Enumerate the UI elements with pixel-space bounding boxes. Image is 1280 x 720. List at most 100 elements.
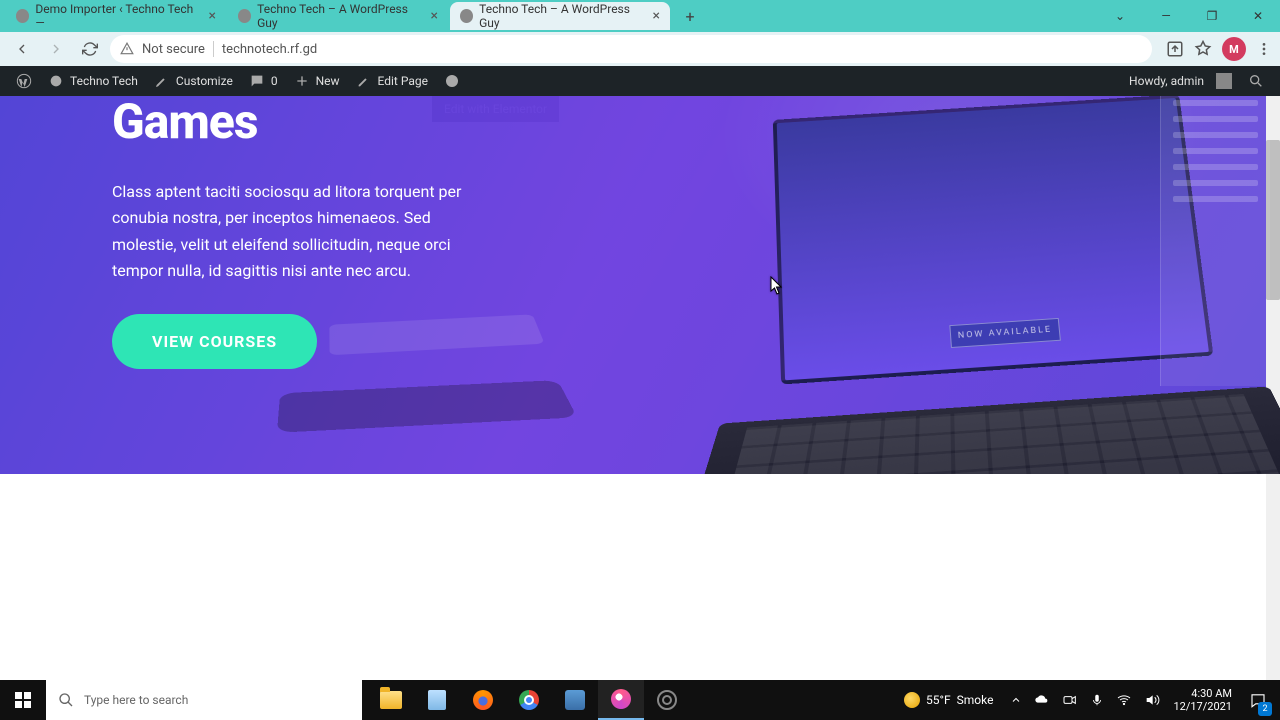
wp-favicon bbox=[16, 9, 29, 23]
maximize-button[interactable]: ❐ bbox=[1190, 0, 1234, 32]
edit-page-menu[interactable]: Edit Page bbox=[348, 66, 436, 96]
comments-count: 0 bbox=[271, 74, 278, 88]
weather-temp: 55°F bbox=[926, 693, 951, 707]
new-menu[interactable]: New bbox=[286, 66, 348, 96]
tabs-dropdown-icon[interactable]: ⌄ bbox=[1098, 0, 1142, 32]
url-text: technotech.rf.gd bbox=[222, 42, 317, 57]
tab-title: Techno Tech – A WordPress Guy bbox=[479, 2, 642, 30]
minimize-button[interactable]: — bbox=[1144, 0, 1188, 32]
customize-menu[interactable]: Customize bbox=[146, 66, 241, 96]
weather-widget[interactable]: 55°F Smoke bbox=[894, 692, 1003, 708]
comment-icon bbox=[249, 73, 265, 89]
brush-icon bbox=[154, 73, 170, 89]
search-icon bbox=[58, 692, 74, 708]
folder-icon bbox=[380, 691, 402, 709]
window-controls: ⌄ — ❐ ✕ bbox=[1098, 0, 1280, 32]
notifications-button[interactable]: 2 bbox=[1240, 680, 1276, 720]
taskbar-search[interactable]: Type here to search bbox=[46, 680, 362, 720]
close-icon[interactable]: × bbox=[653, 8, 660, 24]
clock[interactable]: 4:30 AM 12/17/2021 bbox=[1167, 687, 1238, 713]
site-name-menu[interactable]: Techno Tech bbox=[40, 66, 146, 96]
kebab-menu-icon[interactable] bbox=[1256, 41, 1272, 57]
windows-taskbar: Type here to search 55°F Smoke 4:30 AM 1… bbox=[0, 680, 1280, 720]
obs-icon bbox=[657, 690, 677, 710]
wp-admin-bar: Techno Tech Customize 0 New Edit Page Ho… bbox=[0, 66, 1280, 96]
howdy-label: Howdy, admin bbox=[1129, 74, 1204, 88]
howdy-menu[interactable]: Howdy, admin bbox=[1121, 66, 1240, 96]
windows-icon bbox=[15, 692, 31, 708]
close-window-button[interactable]: ✕ bbox=[1236, 0, 1280, 32]
firefox-icon bbox=[473, 690, 493, 710]
back-button[interactable] bbox=[8, 35, 36, 63]
profile-letter: M bbox=[1229, 43, 1239, 56]
notepad-button[interactable] bbox=[414, 680, 460, 720]
onedrive-icon[interactable] bbox=[1029, 680, 1055, 720]
site-name-label: Techno Tech bbox=[70, 74, 138, 88]
wp-favicon bbox=[238, 9, 251, 23]
laptop-keyboard bbox=[679, 386, 1280, 474]
meet-now-icon[interactable] bbox=[1057, 680, 1083, 720]
elementor-menu[interactable] bbox=[436, 66, 468, 96]
elementor-icon bbox=[444, 73, 460, 89]
chrome-icon bbox=[519, 690, 539, 710]
chrome-active-button[interactable] bbox=[598, 680, 644, 720]
hero-section: NOW AVAILABLE Games Class aptent taciti … bbox=[0, 96, 1280, 474]
warning-icon bbox=[120, 42, 134, 56]
app-button[interactable] bbox=[552, 680, 598, 720]
browser-tab-active[interactable]: Techno Tech – A WordPress Guy × bbox=[450, 2, 670, 30]
hero-title: Games bbox=[112, 96, 1280, 149]
wp-logo-menu[interactable] bbox=[8, 66, 40, 96]
share-icon[interactable] bbox=[1166, 40, 1184, 58]
plus-icon bbox=[294, 73, 310, 89]
new-label: New bbox=[316, 74, 340, 88]
tab-title: Demo Importer ‹ Techno Tech — bbox=[35, 2, 198, 30]
notepad-icon bbox=[428, 690, 446, 710]
home-icon bbox=[48, 73, 64, 89]
reload-button[interactable] bbox=[76, 35, 104, 63]
chrome-active-icon bbox=[611, 689, 631, 709]
browser-tab[interactable]: Demo Importer ‹ Techno Tech — × bbox=[6, 2, 226, 30]
pencil-icon bbox=[356, 73, 372, 89]
system-tray: 55°F Smoke 4:30 AM 12/17/2021 2 bbox=[894, 680, 1280, 720]
mic-icon[interactable] bbox=[1085, 680, 1109, 720]
tab-title: Techno Tech – A WordPress Guy bbox=[257, 2, 420, 30]
search-placeholder: Type here to search bbox=[84, 693, 188, 707]
wp-favicon bbox=[460, 9, 473, 23]
app-icon bbox=[565, 690, 585, 710]
search-toggle[interactable] bbox=[1240, 66, 1272, 96]
tray-expand-button[interactable] bbox=[1005, 680, 1027, 720]
sun-icon bbox=[904, 692, 920, 708]
address-field[interactable]: Not secure technotech.rf.gd bbox=[110, 35, 1152, 63]
start-button[interactable] bbox=[0, 680, 46, 720]
date-label: 12/17/2021 bbox=[1173, 700, 1232, 713]
browser-tab-strip: Demo Importer ‹ Techno Tech — × Techno T… bbox=[0, 0, 1280, 32]
forward-button[interactable] bbox=[42, 35, 70, 63]
browser-tab[interactable]: Techno Tech – A WordPress Guy × bbox=[228, 2, 448, 30]
weather-condition: Smoke bbox=[957, 693, 994, 707]
wordpress-icon bbox=[16, 73, 32, 89]
mouse-cursor bbox=[770, 276, 784, 296]
security-label: Not secure bbox=[142, 42, 205, 57]
bookmark-star-icon[interactable] bbox=[1194, 40, 1212, 58]
search-icon bbox=[1248, 73, 1264, 89]
close-icon[interactable]: × bbox=[431, 8, 438, 24]
hero-description: Class aptent taciti sociosqu ad litora t… bbox=[112, 179, 472, 285]
view-courses-button[interactable]: VIEW COURSES bbox=[112, 314, 317, 369]
obs-button[interactable] bbox=[644, 680, 690, 720]
comments-menu[interactable]: 0 bbox=[241, 66, 286, 96]
address-bar: Not secure technotech.rf.gd M bbox=[0, 32, 1280, 66]
volume-icon[interactable] bbox=[1139, 680, 1165, 720]
new-tab-button[interactable]: + bbox=[678, 4, 702, 28]
profile-button[interactable]: M bbox=[1222, 37, 1246, 61]
time-label: 4:30 AM bbox=[1191, 687, 1232, 700]
close-icon[interactable]: × bbox=[209, 8, 216, 24]
avatar bbox=[1216, 73, 1232, 89]
wifi-icon[interactable] bbox=[1111, 680, 1137, 720]
edit-page-label: Edit Page bbox=[378, 74, 428, 88]
customize-label: Customize bbox=[176, 74, 233, 88]
chrome-button[interactable] bbox=[506, 680, 552, 720]
page-body-whitespace bbox=[0, 474, 1280, 682]
file-explorer-button[interactable] bbox=[368, 680, 414, 720]
firefox-button[interactable] bbox=[460, 680, 506, 720]
taskbar-apps bbox=[368, 680, 690, 720]
